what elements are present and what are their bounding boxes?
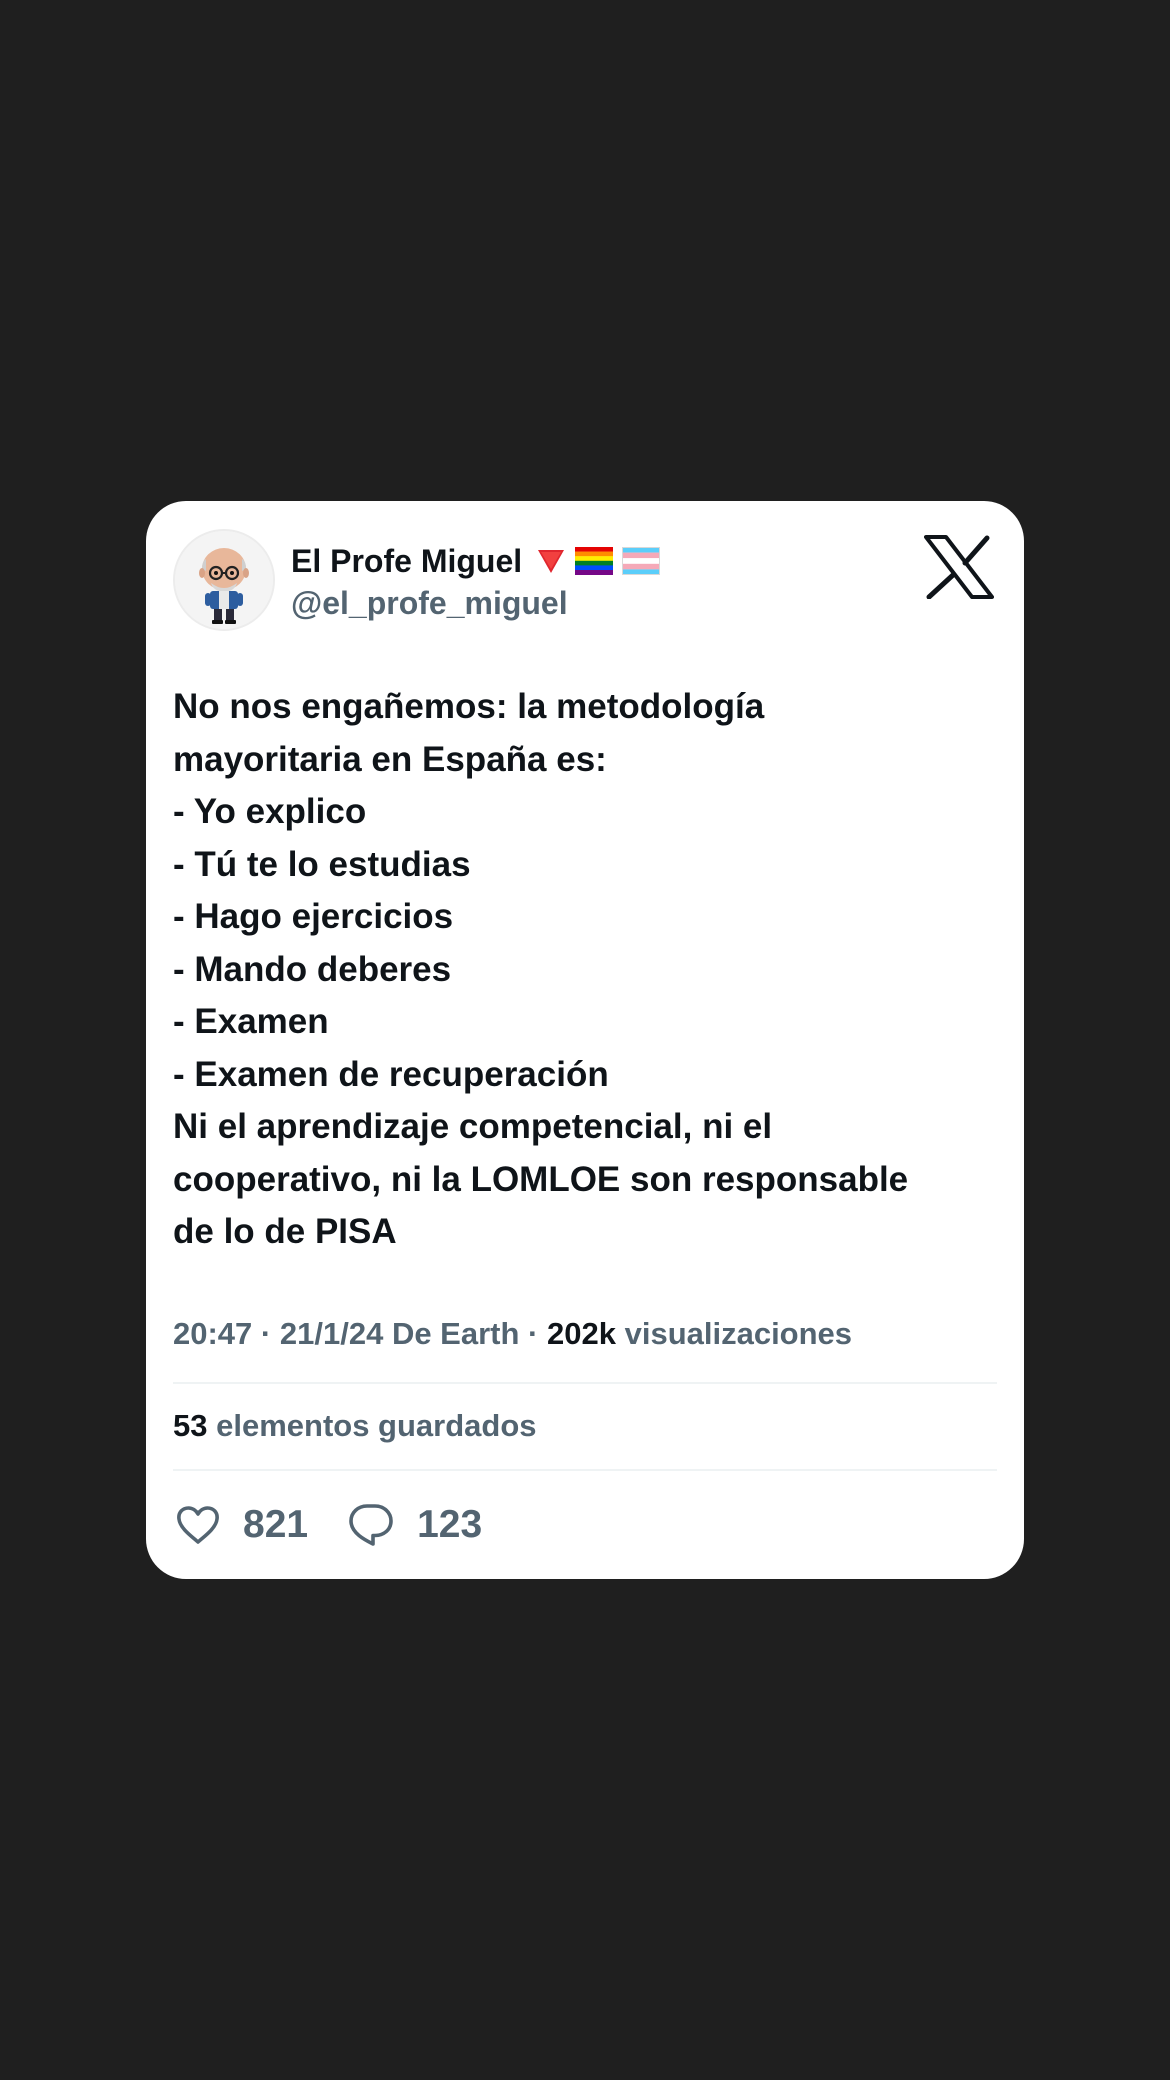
reply-count: 123	[417, 1503, 483, 1546]
tweet-text-line: No nos engañemos: la metodología	[173, 687, 765, 726]
tweet-text-line: - Mando deberes	[173, 949, 452, 989]
saved-stat[interactable]: 53 elementos guardados	[173, 1404, 537, 1448]
tweet-card: El Profe Miguel @el_profe_miguel No nos …	[146, 501, 1024, 1579]
reply-button[interactable]: 123	[348, 1497, 482, 1553]
tweet-source: De Earth	[391, 1316, 520, 1351]
meta-separator: ·	[260, 1316, 272, 1351]
tweet-time[interactable]: 20:47	[173, 1316, 252, 1351]
heart-icon	[176, 1505, 220, 1545]
saved-label: elementos guardados	[216, 1408, 537, 1443]
tweet-date[interactable]: 21/1/24	[280, 1316, 383, 1351]
tweet-text-line: cooperativo, ni la LOMLOE son responsabl…	[173, 1159, 909, 1199]
author-display-name[interactable]: El Profe Miguel	[291, 539, 522, 583]
reply-bubble-icon	[348, 1503, 394, 1547]
tweet-text-line: Ni el aprendizaje competencial, ni el	[173, 1107, 773, 1146]
tweet-meta: 20:47 · 21/1/24 De Earth · 202k visualiz…	[173, 1312, 852, 1356]
funko-avatar-icon	[175, 531, 273, 629]
tweet-actions: 821 123	[176, 1497, 482, 1553]
red-triangle-icon	[538, 550, 565, 573]
tweet-text-line: - Examen de recuperación	[173, 1054, 609, 1094]
avatar[interactable]	[173, 529, 275, 631]
tweet-text-line: - Hago ejercicios	[173, 897, 454, 936]
tweet-text: No nos engañemos: la metodología mayorit…	[173, 681, 1005, 1259]
x-logo-icon[interactable]	[924, 535, 994, 599]
author-name-row: El Profe Miguel	[291, 539, 661, 583]
transgender-flag-icon	[622, 547, 661, 575]
author-handle[interactable]: @el_profe_miguel	[291, 581, 568, 625]
tweet-text-line: mayoritaria en España es:	[173, 739, 607, 779]
rainbow-flag-icon	[575, 547, 614, 575]
divider	[173, 1382, 997, 1384]
like-button[interactable]: 821	[176, 1497, 308, 1553]
tweet-text-line: - Tú te lo estudias	[173, 844, 471, 884]
views-label: visualizaciones	[624, 1316, 853, 1351]
divider	[173, 1469, 997, 1471]
author-badges	[536, 547, 661, 575]
saved-count: 53	[173, 1408, 208, 1443]
tweet-text-line: - Examen	[173, 1002, 329, 1041]
like-count: 821	[243, 1503, 309, 1546]
tweet-text-line: de lo de PISA	[173, 1212, 397, 1251]
tweet-text-line: - Yo explico	[173, 792, 367, 831]
meta-separator: ·	[528, 1316, 539, 1351]
views-count: 202k	[547, 1316, 616, 1351]
